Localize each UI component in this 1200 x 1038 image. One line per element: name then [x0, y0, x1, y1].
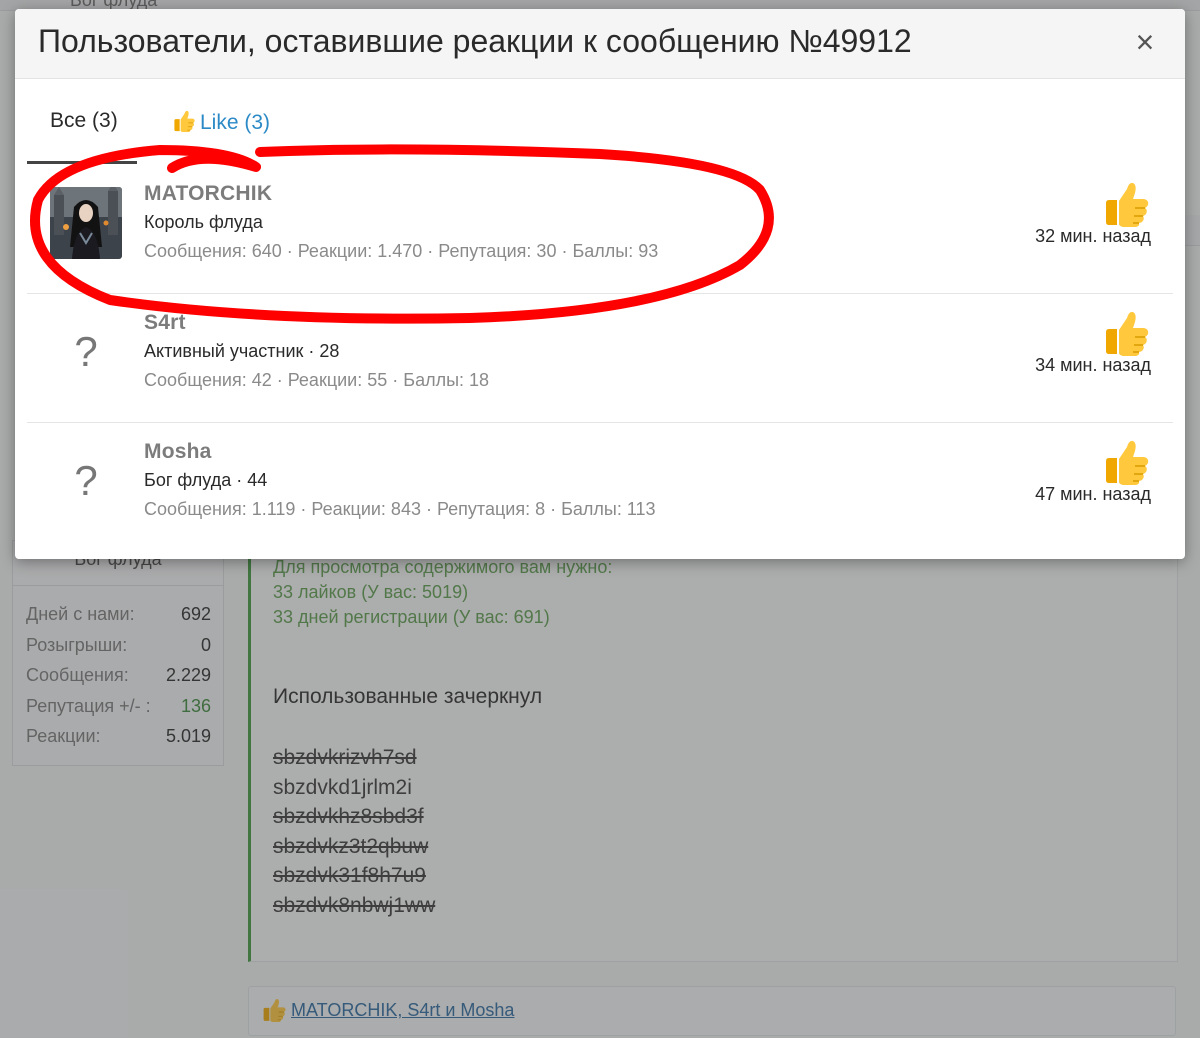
- user-info: MATORCHIK Король флуда Сообщения: 640 · …: [144, 182, 658, 262]
- reaction-list: MATORCHIK Король флуда Сообщения: 640 · …: [27, 165, 1173, 551]
- thumbs-up-icon: [172, 109, 196, 133]
- tab-like-label: Like (3): [200, 111, 271, 134]
- user-stats: Сообщения: 640 · Реакции: 1.470 · Репута…: [144, 241, 659, 261]
- reaction-info: 47 мин. назад: [1035, 437, 1151, 505]
- user-title: Король флуда: [144, 212, 263, 232]
- user-title: Активный участник · 28: [144, 341, 340, 361]
- avatar[interactable]: ?: [50, 316, 122, 388]
- reaction-row: ? S4rt Активный участник · 28 Сообщения:…: [27, 294, 1173, 423]
- reaction-info: 34 мин. назад: [1035, 308, 1151, 376]
- reaction-time: 32 мин. назад: [1035, 226, 1151, 246]
- username-link[interactable]: Mosha: [144, 440, 656, 468]
- modal-title: Пользователи, оставившие реакции к сообщ…: [38, 23, 912, 59]
- close-button[interactable]: ×: [1125, 22, 1165, 62]
- avatar[interactable]: ?: [50, 445, 122, 517]
- modal-header: Пользователи, оставившие реакции к сообщ…: [15, 9, 1185, 79]
- username-link[interactable]: MATORCHIK: [144, 182, 658, 210]
- active-tab-indicator: [27, 161, 137, 164]
- username-link[interactable]: S4rt: [144, 311, 489, 339]
- avatar[interactable]: [50, 187, 122, 259]
- user-title: Бог флуда · 44: [144, 470, 268, 490]
- user-info: S4rt Активный участник · 28 Сообщения: 4…: [144, 311, 489, 391]
- thumbs-up-icon: [1101, 308, 1151, 358]
- reaction-row: ? Mosha Бог флуда · 44 Сообщения: 1.119 …: [27, 423, 1173, 551]
- reactions-modal: Пользователи, оставившие реакции к сообщ…: [15, 9, 1185, 559]
- tab-like[interactable]: Like (3): [172, 109, 270, 135]
- thumbs-up-icon: [1101, 179, 1151, 229]
- reaction-info: 32 мин. назад: [1035, 179, 1151, 247]
- tab-all[interactable]: Все (3): [50, 109, 118, 133]
- user-info: Mosha Бог флуда · 44 Сообщения: 1.119 · …: [144, 440, 656, 520]
- reaction-time: 34 мин. назад: [1035, 355, 1151, 375]
- reaction-row: MATORCHIK Король флуда Сообщения: 640 · …: [27, 165, 1173, 294]
- thumbs-up-icon: [1101, 437, 1151, 487]
- user-stats: Сообщения: 1.119 · Реакции: 843 · Репута…: [144, 499, 656, 519]
- user-stats: Сообщения: 42 · Реакции: 55 · Баллы: 18: [144, 370, 490, 390]
- reaction-time: 47 мин. назад: [1035, 484, 1151, 504]
- avatar-image: [50, 187, 122, 259]
